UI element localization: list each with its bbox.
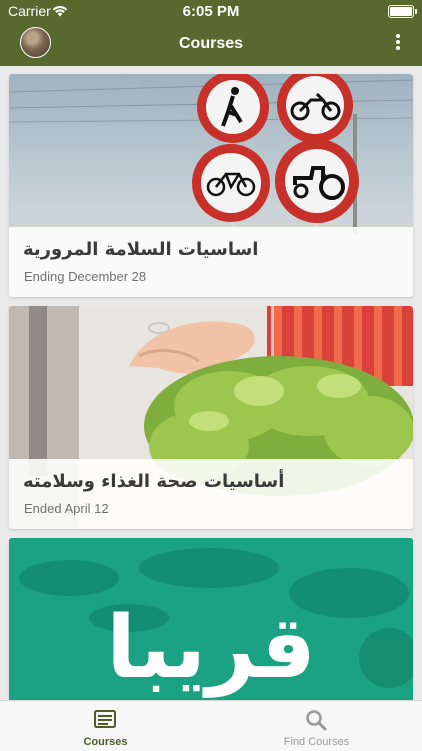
course-card[interactable]: أساسيات صحة الغذاء وسلامته Ended April 1…	[9, 306, 413, 529]
course-info: اساسيات السلامة المرورية Ending December…	[9, 227, 413, 297]
course-card[interactable]: قريبا	[9, 538, 413, 700]
coming-soon-text: قريبا	[106, 598, 316, 698]
course-info: أساسيات صحة الغذاء وسلامته Ended April 1…	[9, 459, 413, 529]
more-vertical-icon[interactable]	[388, 32, 408, 56]
tab-label: Courses	[83, 736, 128, 748]
navigation-bar: Courses	[0, 22, 422, 66]
battery-icon	[388, 5, 417, 18]
top-bar: Carrier 6:05 PM Courses	[0, 0, 422, 66]
course-title: اساسيات السلامة المرورية	[23, 239, 259, 260]
status-time: 6:05 PM	[182, 3, 240, 20]
tab-find-courses[interactable]: Find Courses	[211, 701, 422, 751]
courses-list-icon	[94, 710, 116, 728]
course-list[interactable]: اساسيات السلامة المرورية Ending December…	[0, 66, 422, 700]
tab-courses[interactable]: Courses	[0, 701, 211, 751]
page-title: Courses	[178, 35, 244, 52]
status-bar: Carrier 6:05 PM	[0, 0, 422, 22]
course-status: Ended April 12	[24, 501, 109, 516]
tab-bar: Courses Find Courses	[0, 700, 422, 751]
course-card[interactable]: اساسيات السلامة المرورية Ending December…	[9, 74, 413, 297]
tab-label: Find Courses	[283, 736, 350, 748]
search-icon	[306, 710, 327, 731]
course-status: Ending December 28	[24, 269, 147, 284]
course-title: أساسيات صحة الغذاء وسلامته	[23, 471, 285, 492]
